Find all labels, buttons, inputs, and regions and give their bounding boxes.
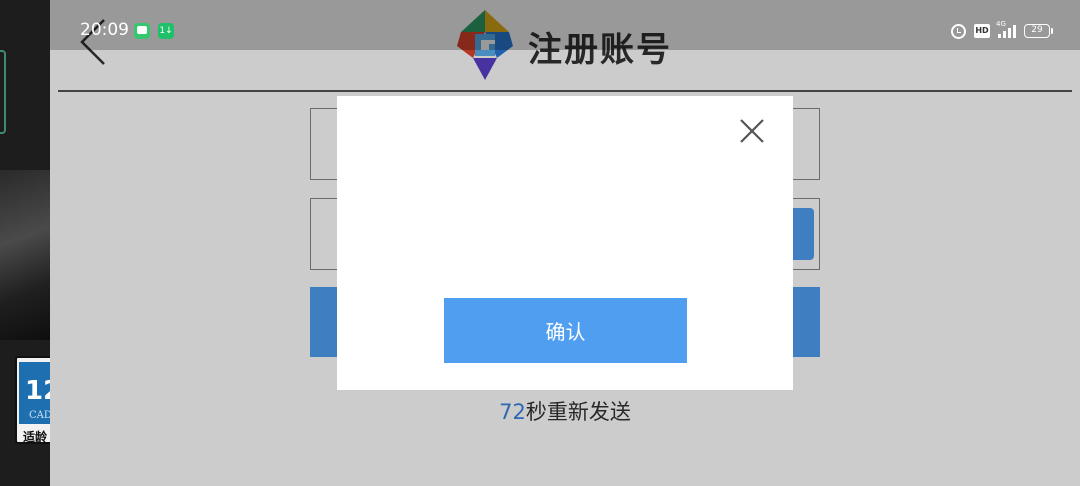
status-time: 20:09 xyxy=(80,20,129,40)
hd-icon: HD xyxy=(974,24,990,38)
age-rating-cad: CAD xyxy=(29,410,50,421)
confirm-button[interactable]: 确认 xyxy=(444,298,687,363)
age-rating-text: 适龄 xyxy=(23,430,48,444)
battery-icon: 29 xyxy=(1024,24,1053,38)
status-icons: HD 4G 29 xyxy=(951,20,1053,40)
background-frame xyxy=(0,50,6,134)
confirm-dialog: 确认 xyxy=(337,96,793,390)
network-type-label: 4G xyxy=(996,20,1006,28)
close-icon[interactable] xyxy=(737,116,767,146)
download-notification-icon: 1↓ xyxy=(158,23,174,39)
background-app-strip: 12 CAD 适龄 xyxy=(0,0,50,486)
signal-icon: 4G xyxy=(996,20,1016,38)
status-bar: 20:09 1↓ HD 4G 29 xyxy=(50,0,1080,50)
age-rating-badge: 12 CAD 适龄 xyxy=(15,356,50,444)
background-photo xyxy=(0,170,50,340)
alarm-icon xyxy=(951,23,966,39)
message-notification-icon xyxy=(134,23,150,39)
